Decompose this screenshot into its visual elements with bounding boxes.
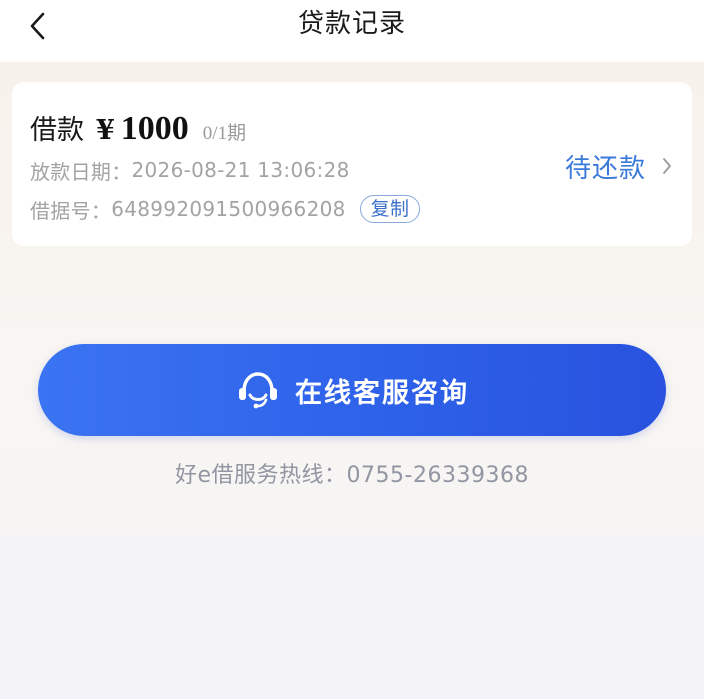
- receipt-number-row: 借据号： 648992091500966208 复制: [30, 193, 421, 225]
- loan-label: 借款: [30, 115, 84, 146]
- service-hotline[interactable]: 好e借服务热线：0755-26339368: [0, 457, 704, 489]
- online-support-label: 在线客服咨询: [295, 377, 469, 409]
- receipt-number-value: 648992091500966208: [111, 197, 346, 221]
- repayment-status: 待还款: [564, 153, 646, 184]
- page-title: 贷款记录: [297, 9, 406, 39]
- loan-record-card[interactable]: 借款 ¥ 1000 0/1期 放款日期： 2026-08-21 13:06:28…: [12, 82, 692, 246]
- receipt-number-label: 借据号：: [30, 198, 112, 223]
- disbursement-date-label: 放款日期：: [30, 159, 132, 184]
- nav-bar: 贷款记录: [0, 0, 704, 62]
- copy-button[interactable]: 复制: [359, 195, 421, 223]
- disbursement-date-value: 2026-08-21 13:06:28: [131, 158, 350, 182]
- loan-title-row: 借款 ¥ 1000 0/1期: [30, 108, 246, 148]
- online-support-button[interactable]: 在线客服咨询: [38, 344, 666, 436]
- repayment-status-link[interactable]: 待还款: [565, 148, 672, 184]
- currency-symbol: ¥: [96, 115, 115, 146]
- headset-icon: [235, 367, 281, 413]
- loan-amount: 1000: [120, 110, 189, 147]
- disbursement-date-row: 放款日期： 2026-08-21 13:06:28: [30, 155, 350, 185]
- chevron-right-icon: [662, 157, 672, 175]
- loan-term: 0/1期: [202, 123, 247, 144]
